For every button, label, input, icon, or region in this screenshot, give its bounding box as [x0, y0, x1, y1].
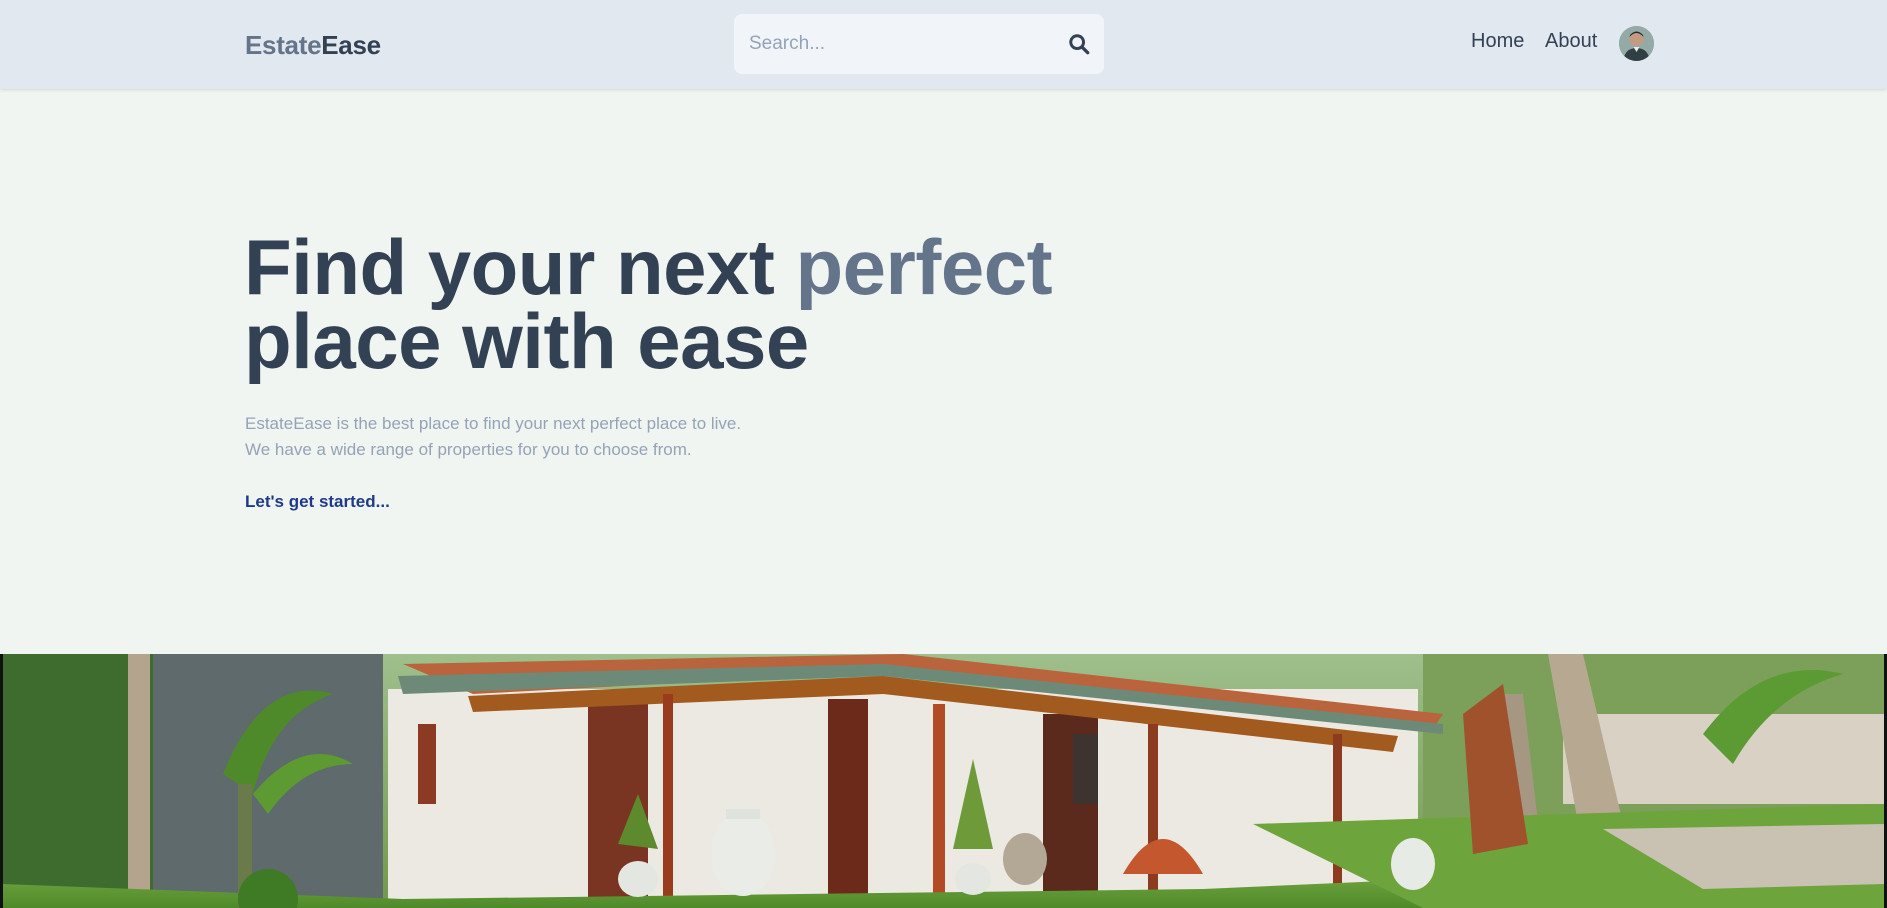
house-photo — [0, 654, 1887, 908]
user-avatar[interactable] — [1619, 26, 1654, 61]
brand-logo[interactable]: EstateEase — [245, 30, 381, 61]
hero-description-line2: We have a wide range of properties for y… — [245, 440, 692, 459]
get-started-link[interactable]: Let's get started... — [245, 492, 390, 512]
hero-title-part2: place with ease — [244, 297, 809, 385]
brand-part-estate: Estate — [245, 30, 322, 60]
nav-about-link[interactable]: About — [1545, 30, 1597, 53]
search-icon[interactable] — [1068, 33, 1090, 55]
hero-description: EstateEase is the best place to find you… — [245, 411, 741, 463]
search-input[interactable] — [749, 14, 1059, 74]
hero-description-line1: EstateEase is the best place to find you… — [245, 414, 742, 433]
brand-part-ease: Ease — [321, 30, 381, 60]
search-box — [734, 14, 1104, 74]
nav-home-link[interactable]: Home — [1471, 30, 1524, 53]
house-photo-illustration — [3, 654, 1884, 908]
top-navbar: EstateEase Home About — [0, 0, 1887, 89]
avatar-icon — [1619, 26, 1654, 61]
hero-title: Find your next perfect place with ease — [244, 228, 1053, 380]
hero-title-accent: perfect — [795, 223, 1053, 311]
